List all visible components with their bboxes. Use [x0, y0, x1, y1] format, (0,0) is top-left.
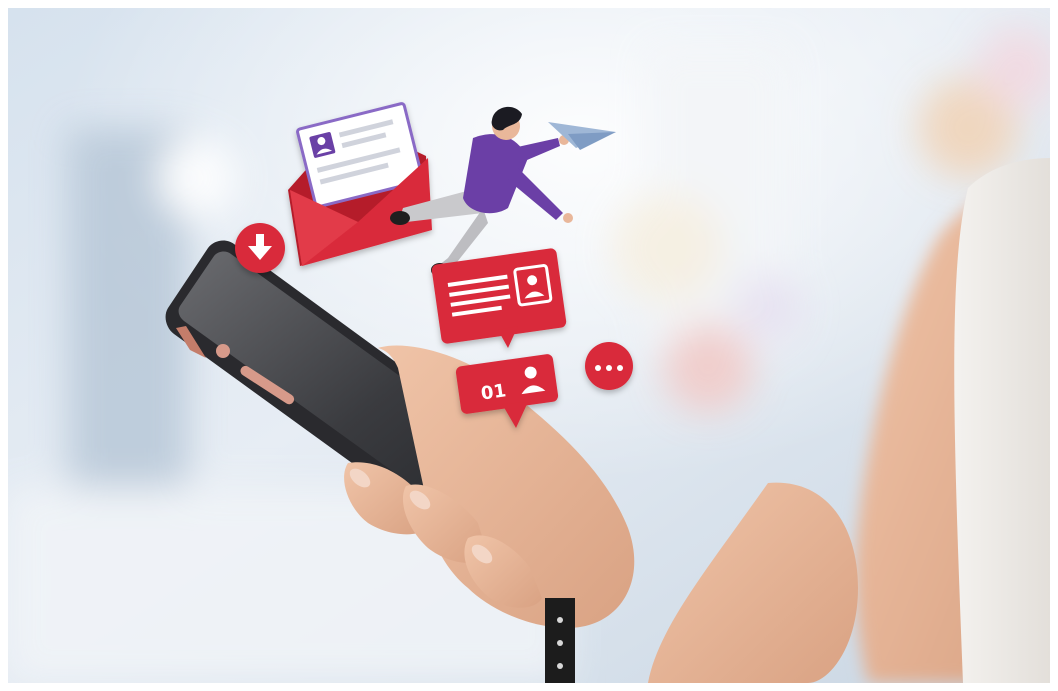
download-icon [235, 223, 285, 273]
more-icon [585, 342, 633, 390]
lace-top [954, 158, 1050, 683]
counter-text: 01 [480, 380, 508, 404]
photo-frame: 01 [8, 8, 1050, 683]
photo-scene: 01 [8, 8, 1050, 683]
